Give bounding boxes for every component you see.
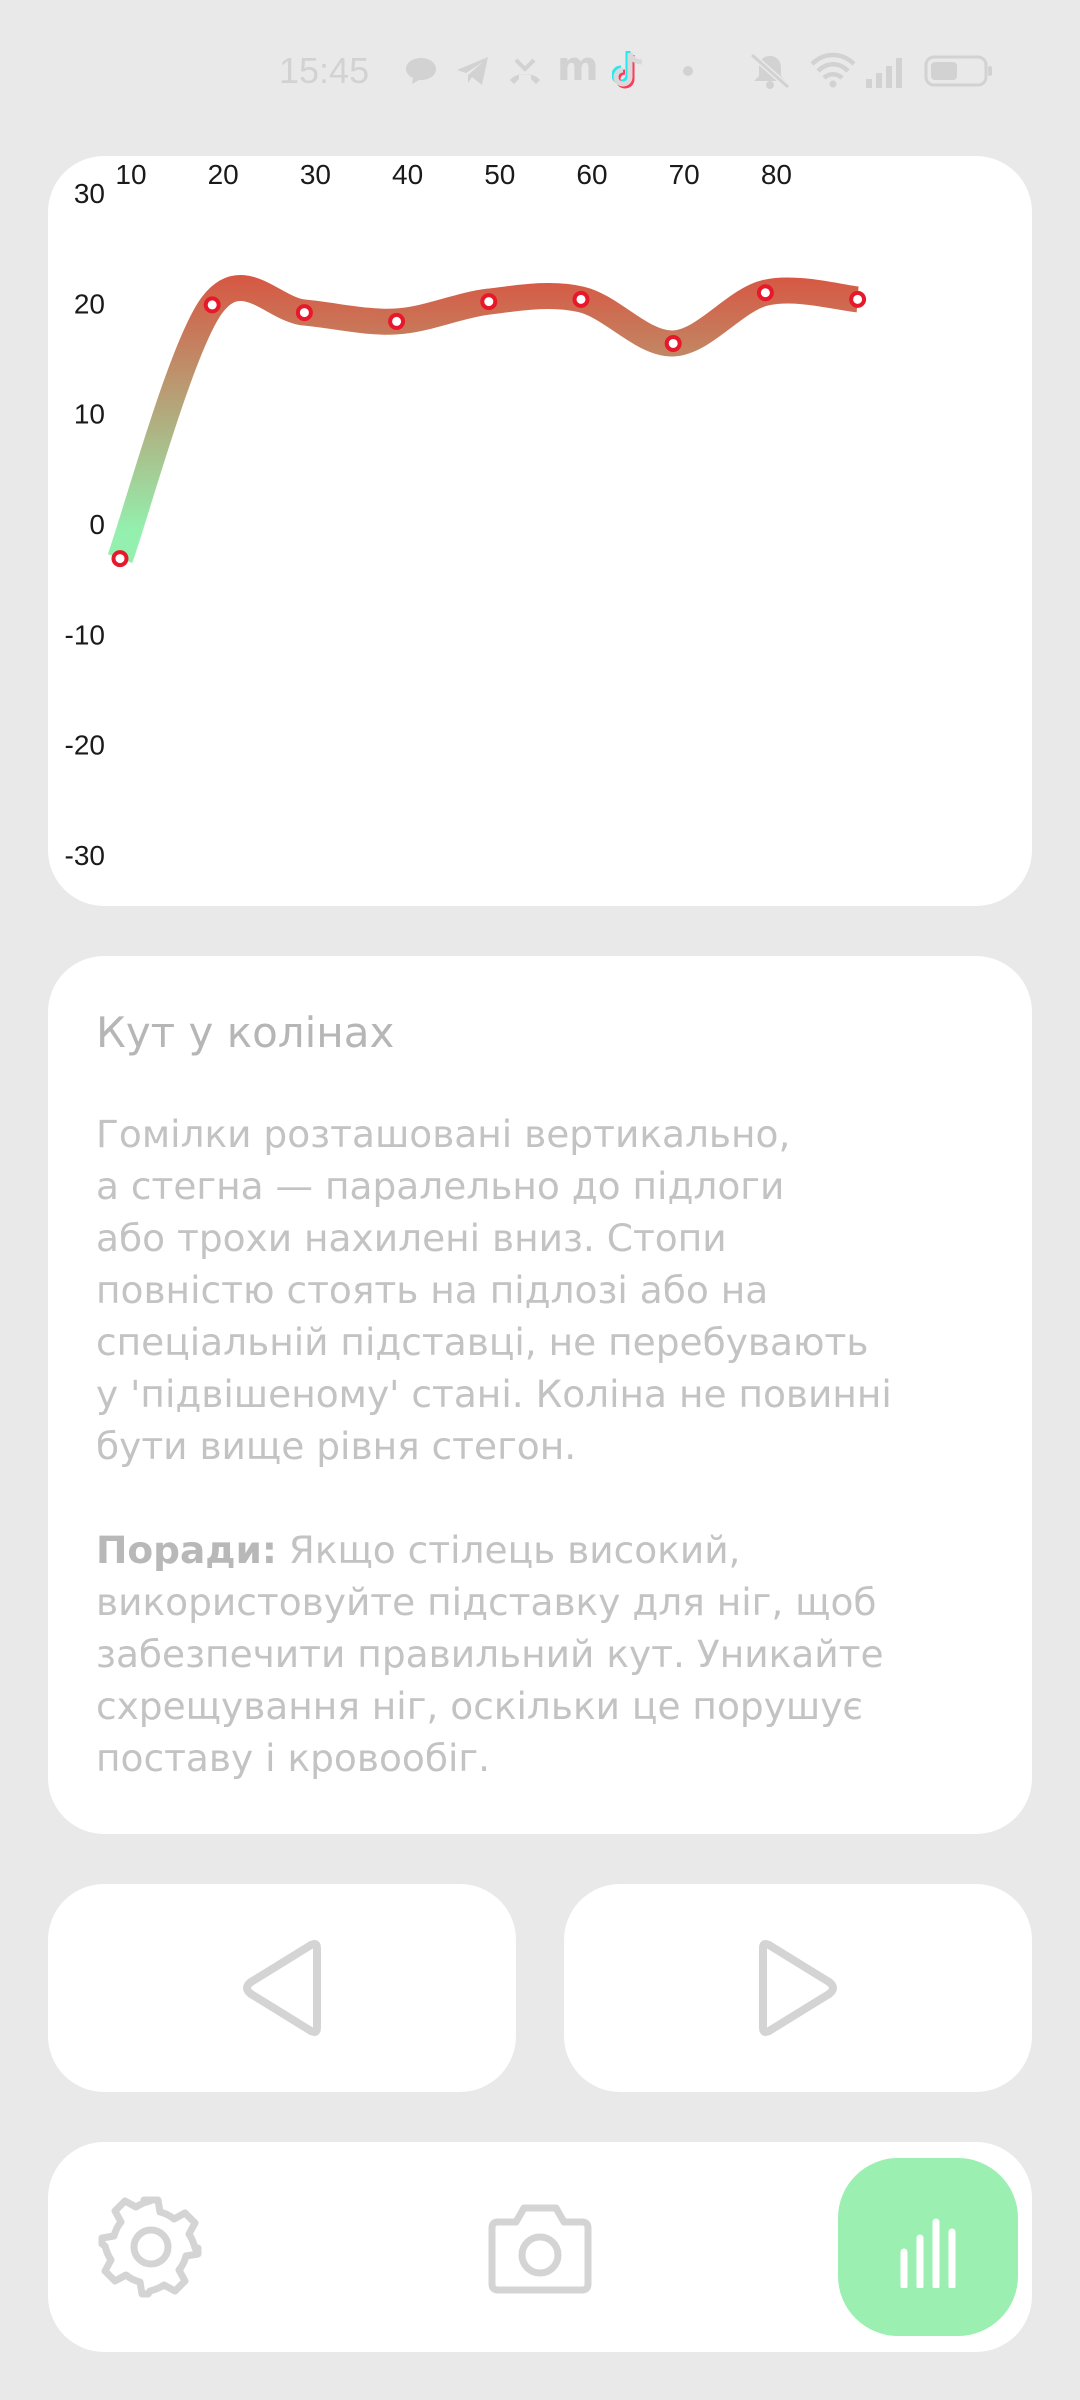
data-point-marker [664,334,682,352]
y-tick-label: -20 [65,730,105,761]
info-card: Кут у колінах Гомілки розташовані вертик… [48,956,1032,1834]
triangle-left-icon [243,1940,321,2036]
chat-bubble-icon [406,58,436,84]
x-tick-label: 30 [300,159,331,190]
x-tick-label: 10 [115,159,146,190]
angle-line-chart: 30 20 10 0 -10 -20 -30 10 20 30 40 50 60 70 80 [65,159,867,871]
x-tick-label: 40 [392,159,423,190]
camera-icon [488,2204,592,2294]
tips-line: використовуйте підставку для ніг, щоб [96,1580,877,1624]
info-description: Гомілки розташовані вертикально, а стегн… [96,1108,1016,1472]
camera-button[interactable] [488,2200,592,2298]
status-time: 15:45 [279,50,370,91]
x-tick-label: 80 [761,159,792,190]
tiktok-icon [612,51,643,89]
previous-button[interactable] [48,1884,516,2092]
tips-line: поставу і кровообіг. [96,1736,491,1780]
x-tick-label: 70 [669,159,700,190]
description-line: бути вище рівня стегон. [96,1424,577,1468]
battery-icon [924,55,992,87]
data-point-marker [388,312,406,330]
description-line: або трохи нахилені вниз. Стопи [96,1216,727,1260]
mute-icon [750,53,790,89]
data-point-marker [480,293,498,311]
triangle-right-icon [759,1940,837,2036]
y-tick-label: 30 [74,178,105,209]
wifi-icon [810,52,856,88]
signal-icon [866,58,902,88]
statistics-button[interactable] [838,2158,1018,2336]
description-line: а стегна — паралельно до підлоги [96,1164,785,1208]
data-point-marker [203,296,221,314]
settings-button[interactable] [98,2194,204,2304]
description-line: спеціальній підставці, не перебувають [96,1320,869,1364]
tips-label: Поради: [96,1528,277,1572]
data-point-marker [849,290,867,308]
m-app-icon: m [557,44,599,90]
data-point-marker [756,284,774,302]
data-point-marker [111,550,129,568]
dot-icon [683,66,693,76]
data-point-marker [295,304,313,322]
info-title: Кут у колінах [96,1008,395,1057]
angle-chart-card: 30 20 10 0 -10 -20 -30 10 20 30 40 50 60 70 80 [48,156,1032,906]
telegram-icon [457,57,488,85]
y-tick-label: -30 [65,840,105,871]
tips-line: Поради: Якщо стілець високий, [96,1524,1016,1576]
tips-section: Поради: Якщо стілець високий, використов… [96,1524,1016,1784]
description-line: у 'підвішеному' стані. Коліна не повинні [96,1372,892,1416]
data-point-marker [572,290,590,308]
y-tick-label: 0 [89,509,105,540]
y-tick-label: -10 [65,619,105,650]
bottom-toolbar [48,2142,1032,2352]
status-bar: 15:45 m [0,0,1080,140]
gear-icon [98,2196,202,2298]
bar-chart-icon [900,2218,956,2288]
tips-line: схрещування ніг, оскільки це порушує [96,1684,863,1728]
x-tick-label: 50 [484,159,515,190]
y-tick-label: 20 [74,288,105,319]
next-button[interactable] [564,1884,1032,2092]
tips-text: Якщо стілець високий, [276,1528,741,1572]
description-line: повністю стоять на підлозі або на [96,1268,769,1312]
series-line [107,275,860,564]
tips-line: забезпечити правильний кут. Уникайте [96,1632,884,1676]
x-tick-label: 20 [208,159,239,190]
description-line: Гомілки розташовані вертикально, [96,1112,791,1156]
y-tick-label: 10 [74,399,105,430]
missed-call-icon [510,58,540,84]
x-tick-label: 60 [576,159,607,190]
